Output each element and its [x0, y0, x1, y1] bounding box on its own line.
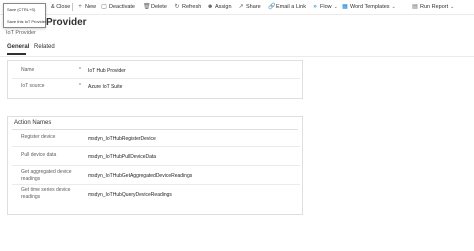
required-marker: *	[79, 67, 81, 73]
trash-icon: 🗑	[143, 4, 151, 10]
required-marker: *	[79, 83, 81, 89]
pull-device-data-label: Pull device data	[21, 152, 57, 158]
new-label: New	[85, 4, 97, 10]
get-aggregated-readings-field[interactable]: msdyn_IoTHubGetAggregatedDeviceReadings	[88, 173, 192, 179]
divider	[12, 184, 300, 185]
action-names-section: Action Names Register device msdyn_IoTHu…	[7, 116, 303, 215]
flow-button[interactable]: » Flow ⌄	[312, 3, 338, 11]
chevron-down-icon: ⌄	[333, 4, 338, 10]
divider	[72, 3, 73, 11]
deactivate-label: Deactivate	[109, 4, 135, 10]
deactivate-icon: ▢	[101, 4, 107, 10]
divider	[12, 146, 300, 147]
tooltip-description: Save this IoT Provider	[7, 19, 47, 24]
general-section: Name * IoT Hub Provider IoT source * Azu…	[7, 60, 303, 99]
divider	[12, 129, 298, 130]
share-label: Share	[246, 4, 261, 10]
email-link-button[interactable]: 🔗Email a Link	[268, 3, 306, 11]
word-templates-label: Word Templates	[350, 4, 390, 10]
refresh-icon: ↻	[174, 4, 180, 10]
chevron-down-icon: ⌄	[450, 4, 455, 10]
save-tooltip: Save (CTRL+S) Save this IoT Provider	[3, 3, 46, 28]
delete-label: Delete	[151, 4, 167, 10]
assign-label: Assign	[215, 4, 232, 10]
refresh-button[interactable]: ↻ Refresh	[174, 3, 201, 11]
run-report-label: Run Report	[420, 4, 449, 10]
divider	[12, 78, 300, 79]
report-icon: ▤	[412, 4, 418, 10]
tab-related[interactable]: Related	[34, 44, 55, 50]
get-aggregated-readings-label: Get aggregated device readings	[21, 169, 72, 182]
word-icon: ▦	[342, 4, 348, 10]
entity-type: IoT Provider	[6, 30, 36, 36]
refresh-label: Refresh	[182, 4, 202, 10]
iot-source-label: IoT source	[21, 83, 45, 89]
divider	[12, 165, 300, 166]
register-device-label: Register device	[21, 134, 56, 140]
iot-source-field[interactable]: Azure IoT Suite	[88, 84, 122, 90]
get-time-series-readings-field[interactable]: msdyn_IoTHubQueryDeviceReadings	[88, 192, 172, 198]
get-time-series-readings-label: Get time series device readings	[21, 187, 71, 200]
flow-icon: »	[313, 4, 317, 10]
run-report-button[interactable]: ▤ Run Report ⌄	[412, 3, 454, 11]
plus-icon: +	[78, 4, 82, 10]
register-device-field[interactable]: msdyn_IoTHubRegisterDevice	[88, 136, 156, 142]
pull-device-data-field[interactable]: msdyn_IoTHubPullDeviceData	[88, 154, 156, 160]
name-label: Name	[21, 67, 35, 73]
command-bar: & Close + New ▢ Deactivate 🗑Delete ↻ Refres…	[0, 0, 474, 15]
tooltip-shortcut: Save (CTRL+S)	[7, 7, 36, 12]
share-button[interactable]: ↗ Share	[238, 3, 261, 11]
new-button[interactable]: + New	[77, 3, 96, 11]
delete-button[interactable]: 🗑Delete	[143, 3, 167, 11]
link-icon: 🔗	[268, 4, 276, 10]
flow-label: Flow	[320, 4, 332, 10]
word-templates-button[interactable]: ▦ Word Templates ⌄	[342, 3, 396, 11]
share-icon: ↗	[238, 4, 244, 10]
tab-general[interactable]: General	[7, 44, 29, 50]
name-field[interactable]: IoT Hub Provider	[88, 68, 126, 74]
deactivate-button[interactable]: ▢ Deactivate	[101, 3, 135, 11]
divider	[0, 56, 474, 57]
email-link-label: Email a Link	[276, 4, 306, 10]
active-tab-indicator	[7, 53, 26, 55]
save-and-close-button[interactable]: & Close	[51, 3, 70, 11]
chevron-down-icon: ⌄	[391, 4, 396, 10]
section-title: Action Names	[14, 120, 52, 126]
save-and-close-label: & Close	[51, 4, 71, 10]
assign-button[interactable]: ☻ Assign	[207, 3, 232, 11]
person-icon: ☻	[207, 4, 214, 10]
